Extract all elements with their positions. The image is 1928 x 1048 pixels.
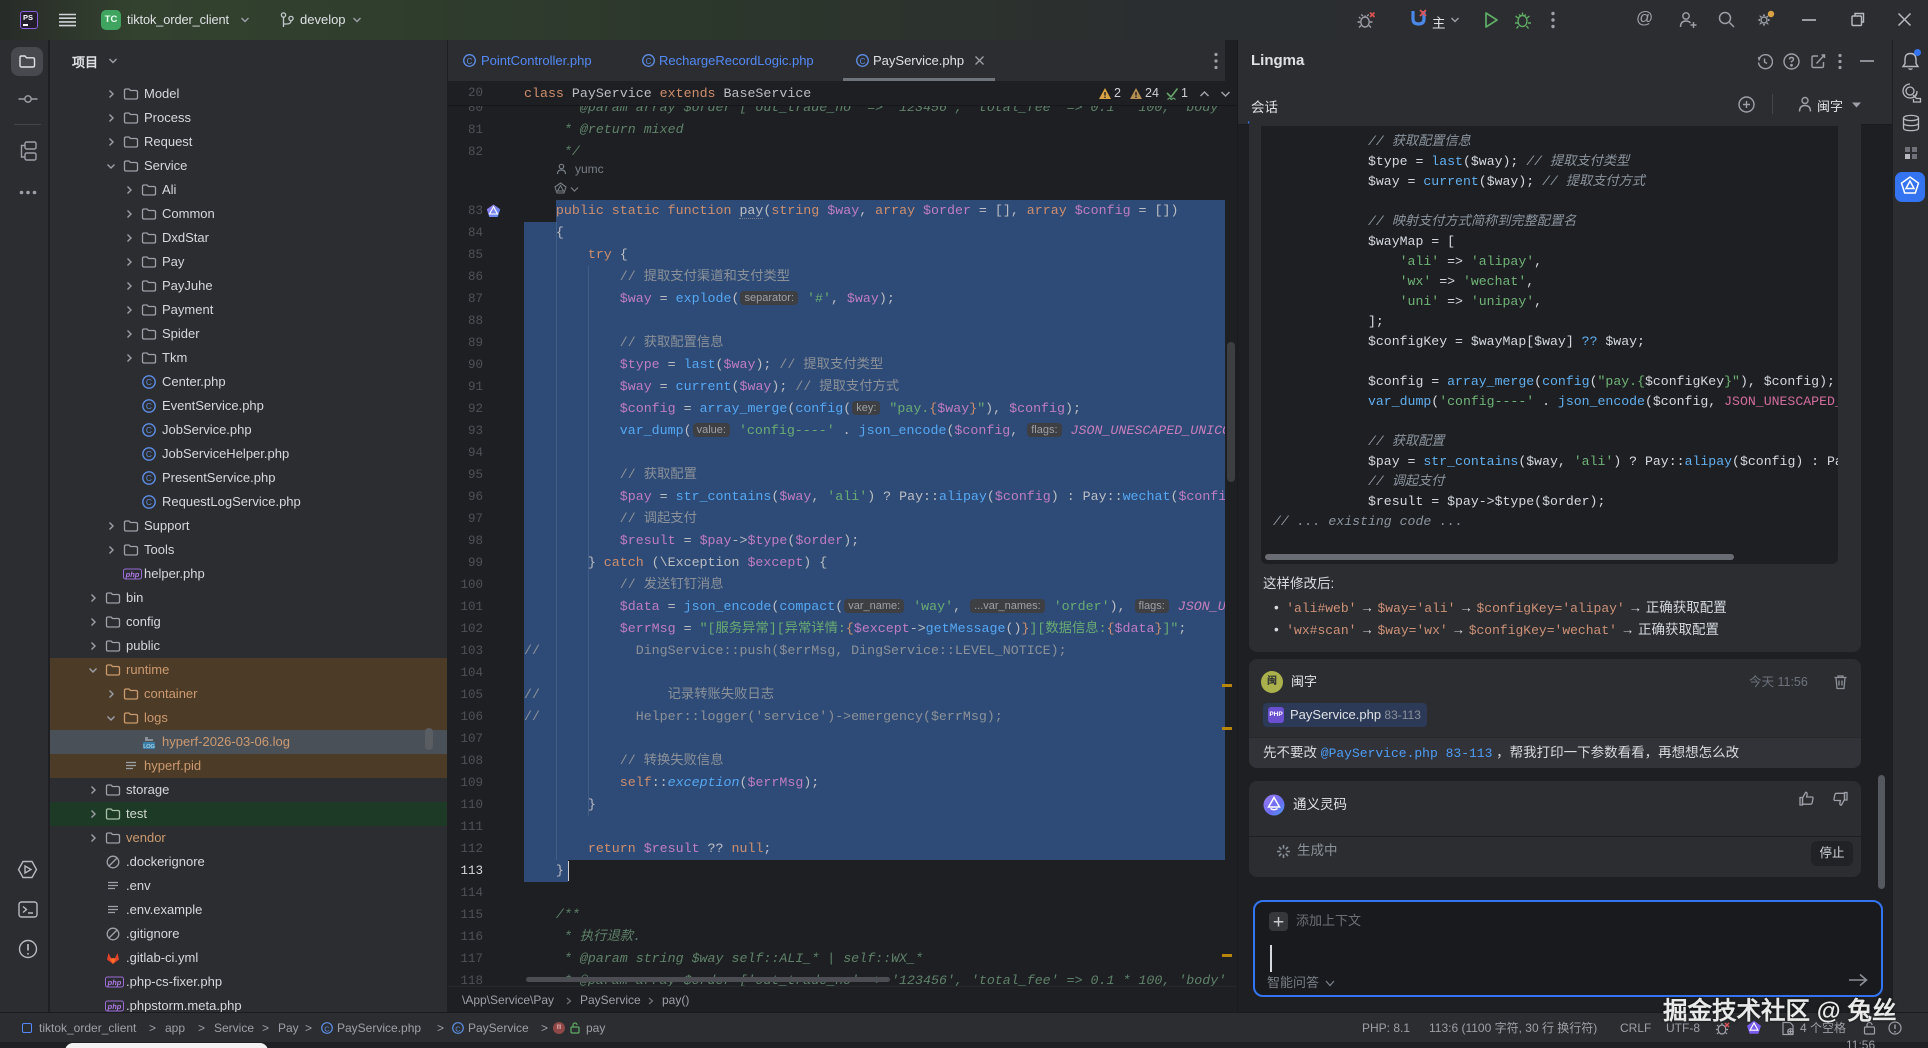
svg-text:C: C [146, 449, 152, 459]
svg-text:C: C [860, 57, 866, 66]
svg-text:C: C [324, 1025, 330, 1034]
svg-text:C: C [146, 377, 152, 387]
svg-text:C: C [146, 401, 152, 411]
svg-text:C: C [455, 1025, 461, 1034]
svg-text:C: C [146, 425, 152, 435]
svg-text:C: C [146, 497, 152, 507]
svg-text:LOG: LOG [143, 744, 155, 750]
svg-text:C: C [646, 57, 652, 66]
svg-text:php: php [107, 978, 122, 987]
svg-text:php: php [107, 1002, 122, 1011]
svg-text:C: C [467, 57, 473, 66]
svg-text:php: php [125, 570, 140, 579]
svg-text:C: C [146, 473, 152, 483]
